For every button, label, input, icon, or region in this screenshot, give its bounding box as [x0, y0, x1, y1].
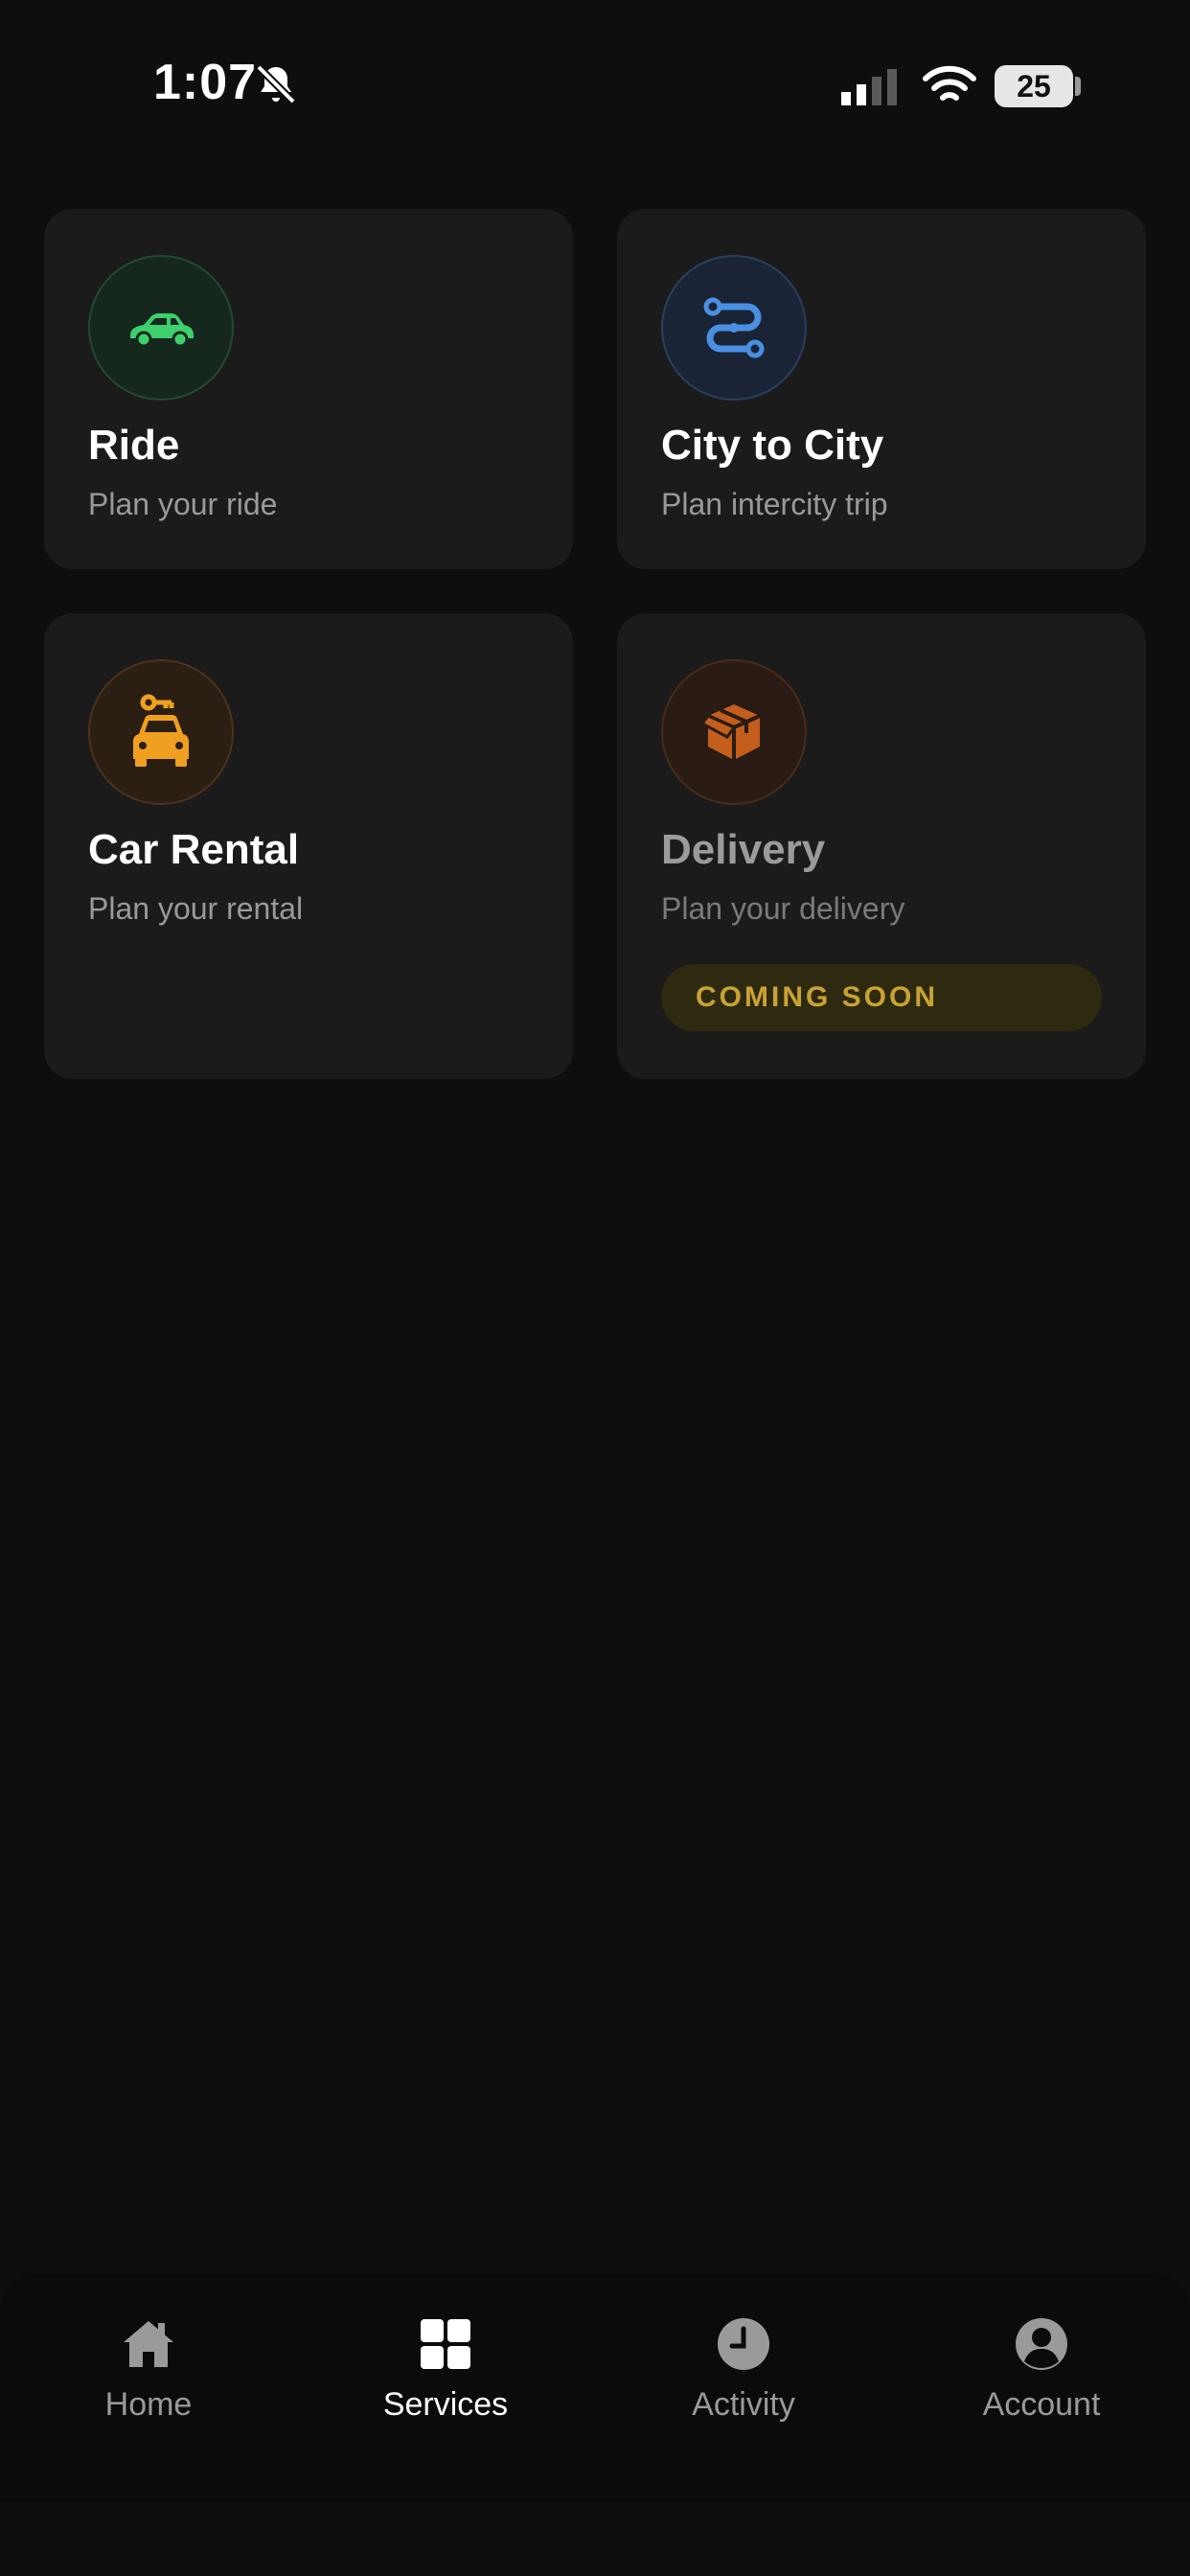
service-card-city-to-city[interactable]: City to City Plan intercity trip	[617, 209, 1146, 569]
status-time: 1:07	[153, 55, 258, 110]
nav-label: Home	[104, 2386, 193, 2423]
user-icon	[1016, 2318, 1067, 2370]
battery-level: 25	[1017, 68, 1051, 104]
service-card-car-rental[interactable]: Car Rental Plan your rental	[44, 613, 573, 1079]
bell-muted-icon	[256, 64, 296, 104]
coming-soon-badge: COMING SOON	[661, 964, 1102, 1031]
icon-circle	[661, 659, 807, 805]
nav-label: Services	[382, 2386, 509, 2423]
car-icon	[130, 313, 194, 348]
card-title: Delivery	[661, 826, 826, 873]
status-bar: 1:07 25	[0, 0, 1190, 172]
card-subtitle: Plan your ride	[88, 487, 278, 521]
clock-icon	[718, 2318, 769, 2370]
card-subtitle: Plan intercity trip	[661, 487, 888, 521]
home-icon	[124, 2321, 173, 2367]
nav-account[interactable]: Account	[936, 2315, 1147, 2440]
bottom-nav: Home Services Activity Account	[0, 2273, 1190, 2503]
card-subtitle: Plan your rental	[88, 891, 304, 926]
card-title: Ride	[88, 422, 180, 469]
icon-circle	[661, 255, 807, 401]
grid-icon	[421, 2319, 470, 2369]
route-icon	[703, 297, 765, 358]
card-title: City to City	[661, 422, 884, 469]
service-card-ride[interactable]: Ride Plan your ride	[44, 209, 573, 569]
signal-icon	[841, 69, 897, 105]
card-subtitle: Plan your delivery	[661, 891, 905, 926]
nav-label: Activity	[692, 2386, 795, 2423]
icon-circle	[88, 659, 234, 805]
wifi-icon	[923, 65, 976, 101]
nav-label: Account	[982, 2386, 1101, 2423]
service-card-delivery[interactable]: Delivery Plan your delivery COMING SOON	[617, 613, 1146, 1079]
nav-activity[interactable]: Activity	[638, 2315, 849, 2440]
nav-services[interactable]: Services	[340, 2315, 551, 2440]
battery-icon: 25	[995, 65, 1073, 107]
card-title: Car Rental	[88, 826, 300, 873]
package-icon	[700, 704, 761, 760]
car-key-icon	[133, 694, 189, 767]
nav-home[interactable]: Home	[43, 2315, 254, 2440]
battery-tip	[1075, 77, 1081, 96]
icon-circle	[88, 255, 234, 401]
